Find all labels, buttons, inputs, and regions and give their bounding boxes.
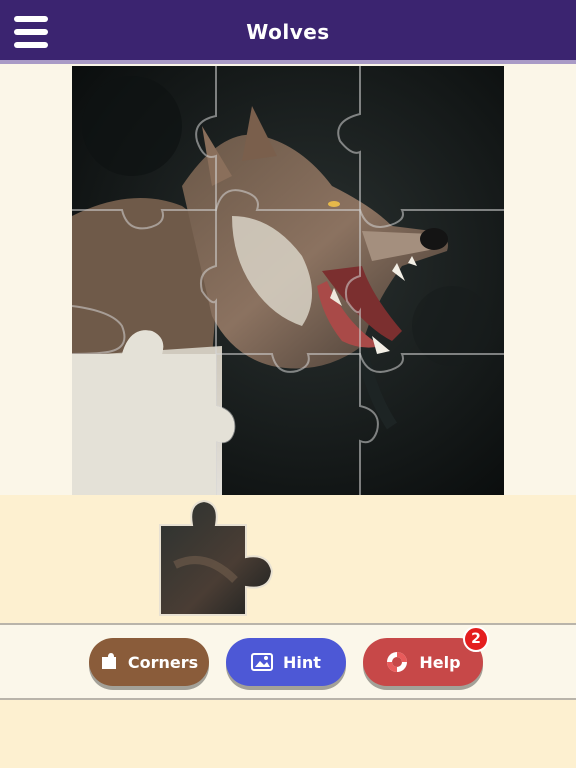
loose-piece[interactable] xyxy=(0,495,576,623)
help-button[interactable]: Help 2 xyxy=(363,626,489,686)
lifebuoy-icon xyxy=(387,652,408,672)
puzzle-image xyxy=(72,66,504,496)
image-icon xyxy=(251,653,274,671)
puzzle-board[interactable] xyxy=(72,66,504,496)
puzzle-corner-icon xyxy=(101,653,116,669)
corners-button[interactable]: Corners xyxy=(89,638,209,686)
help-count-badge: 2 xyxy=(463,626,489,652)
hint-button[interactable]: Hint xyxy=(226,638,346,686)
wolf-photo xyxy=(72,66,504,496)
bottom-area xyxy=(0,700,576,768)
hint-button-label: Hint xyxy=(283,652,321,672)
help-button-label: Help xyxy=(419,652,461,672)
app-header: Wolves xyxy=(0,0,576,64)
page-title: Wolves xyxy=(246,20,330,44)
corners-button-label: Corners xyxy=(127,652,199,672)
piece-tray xyxy=(0,495,576,623)
